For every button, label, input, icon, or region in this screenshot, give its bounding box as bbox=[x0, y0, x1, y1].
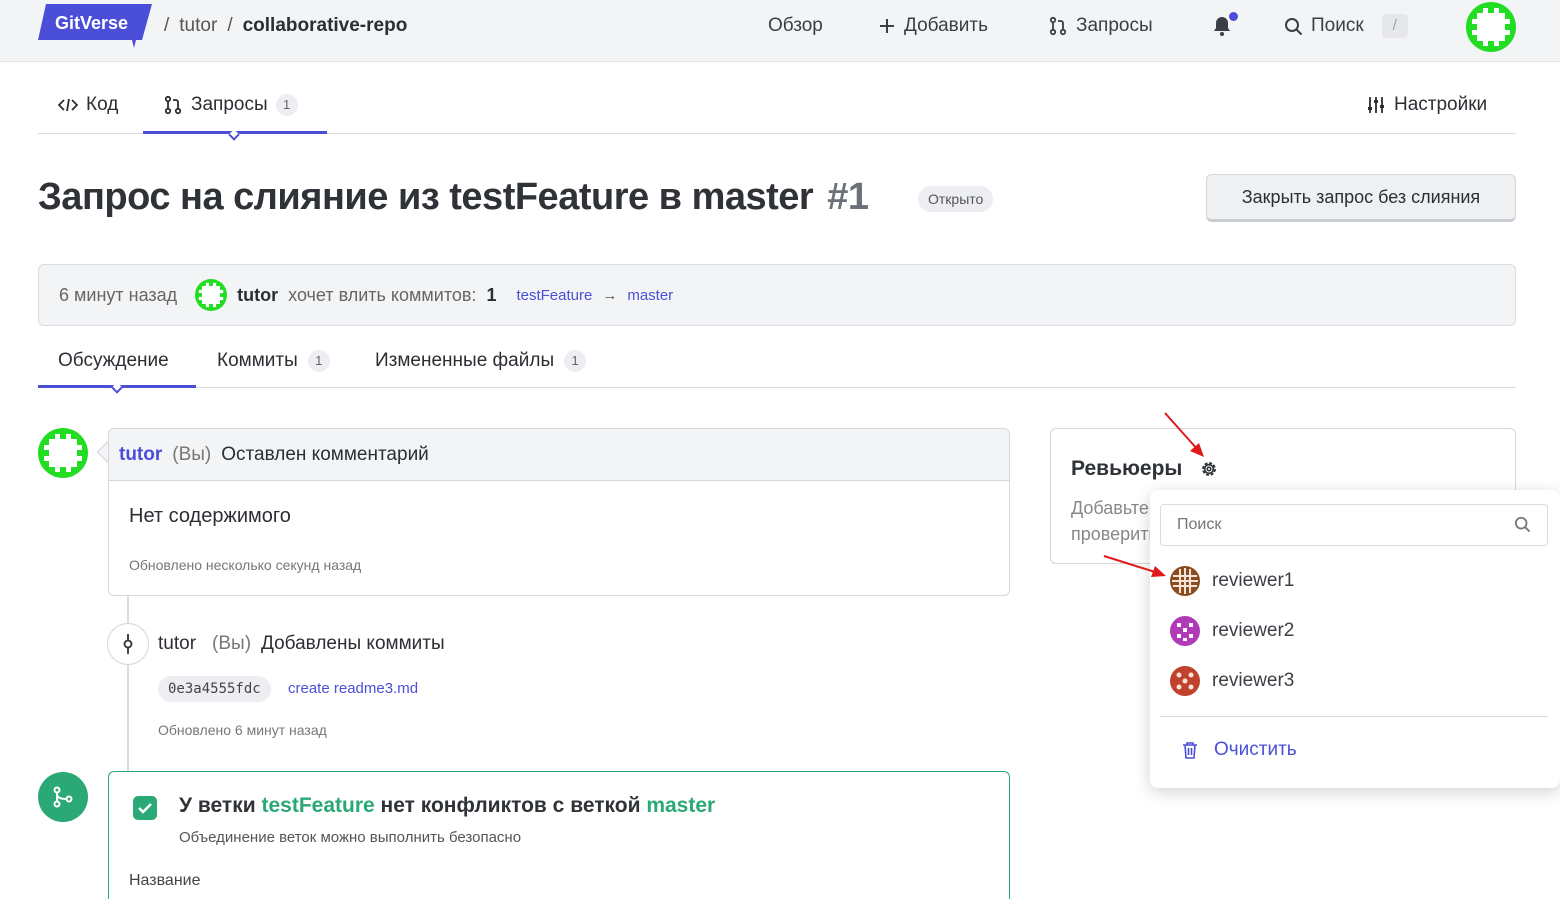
comment-action: Оставлен комментарий bbox=[221, 443, 429, 465]
page-title: Запрос на слияние из testFeature в maste… bbox=[38, 176, 869, 218]
settings-sliders-icon bbox=[1368, 97, 1384, 113]
commits-count-badge: 1 bbox=[307, 350, 330, 372]
source-branch-link[interactable]: testFeature bbox=[516, 287, 592, 304]
git-merge-icon bbox=[53, 786, 73, 808]
search-button[interactable]: Поиск / bbox=[1284, 14, 1408, 38]
reviewer-avatar bbox=[1170, 616, 1200, 646]
reviewer-avatar bbox=[1170, 666, 1200, 696]
reviewer-search-input[interactable] bbox=[1160, 504, 1548, 546]
comment-updated: Обновлено несколько секунд назад bbox=[129, 557, 362, 573]
status-badge: Открыто bbox=[918, 186, 994, 212]
pr-action-text: хочет влить коммитов: bbox=[288, 284, 477, 305]
pr-number: #1 bbox=[827, 176, 869, 218]
comment-body: Нет содержимого bbox=[129, 505, 291, 527]
pr-tabs: Обсуждение Коммиты 1 Измененные файлы 1 bbox=[38, 340, 1516, 394]
clear-reviewers-button[interactable]: Очистить bbox=[1182, 739, 1297, 761]
tab-discussion[interactable]: Обсуждение bbox=[58, 350, 169, 372]
pr-time: 6 минут назад bbox=[59, 284, 178, 305]
breadcrumb-owner[interactable]: tutor bbox=[179, 15, 217, 37]
reviewer-option[interactable]: reviewer3 bbox=[1170, 665, 1294, 697]
gitverse-logo[interactable]: GitVerse bbox=[38, 4, 152, 48]
tab-requests[interactable]: Запросы 1 bbox=[163, 94, 298, 116]
pr-commit-count: 1 bbox=[486, 284, 497, 305]
pull-request-icon bbox=[1049, 16, 1067, 36]
search-icon bbox=[1285, 17, 1303, 35]
reviewer-avatar bbox=[1170, 566, 1200, 596]
close-without-merge-button[interactable]: Закрыть запрос без слияния bbox=[1206, 174, 1516, 222]
merge-icon-circle bbox=[38, 772, 88, 822]
breadcrumb-repo[interactable]: collaborative-repo bbox=[243, 15, 408, 37]
breadcrumb: / tutor / collaborative-repo bbox=[164, 14, 407, 38]
reviewer-option[interactable]: reviewer2 bbox=[1170, 615, 1294, 647]
breadcrumb-separator: / bbox=[164, 15, 170, 36]
comment-you-label: (Вы) bbox=[172, 443, 212, 465]
tab-commits[interactable]: Коммиты 1 bbox=[217, 350, 330, 372]
comment-author[interactable]: tutor bbox=[119, 444, 162, 466]
plus-icon bbox=[880, 19, 894, 33]
search-shortcut: / bbox=[1381, 14, 1408, 38]
git-commit-icon bbox=[123, 634, 133, 654]
commits-event: tutor (Вы) Добавлены коммиты bbox=[158, 633, 445, 655]
merge-target-branch: master bbox=[646, 794, 716, 817]
reviewers-dropdown: reviewer1 reviewer2 reviewer3 Очистить bbox=[1150, 490, 1560, 788]
dropdown-divider bbox=[1160, 716, 1548, 717]
user-avatar[interactable] bbox=[1466, 2, 1516, 52]
tab-changed-files[interactable]: Измененные файлы 1 bbox=[375, 350, 587, 372]
trash-icon bbox=[1183, 742, 1197, 759]
nav-add[interactable]: Добавить bbox=[878, 14, 988, 38]
merge-source-branch: testFeature bbox=[261, 794, 375, 817]
commits-action: Добавлены коммиты bbox=[261, 633, 445, 654]
tab-code[interactable]: Код bbox=[58, 94, 118, 116]
commit-event-icon bbox=[107, 623, 149, 665]
pr-author[interactable]: tutor bbox=[237, 285, 278, 306]
gear-icon[interactable] bbox=[1199, 459, 1219, 479]
author-avatar[interactable] bbox=[195, 279, 228, 311]
search-icon bbox=[1514, 516, 1531, 533]
merge-status-card: У ветки testFeature нет конфликтов с вет… bbox=[108, 771, 1010, 899]
repo-tabs: Код Запросы 1 Настройки bbox=[38, 82, 1516, 141]
merge-status-title: У ветки testFeature нет конфликтов с вет… bbox=[179, 794, 716, 817]
tab-settings[interactable]: Настройки bbox=[1366, 94, 1487, 116]
comment-card: tutor (Вы) Оставлен комментарий Нет соде… bbox=[108, 428, 1010, 596]
commit-sha[interactable]: 0e3a4555fdc bbox=[158, 676, 271, 702]
branch-arrow: → bbox=[602, 286, 618, 304]
comment-author-avatar[interactable] bbox=[38, 428, 88, 478]
commit-message-link[interactable]: create readme3.md bbox=[288, 680, 418, 697]
comment-header: tutor (Вы) Оставлен комментарий bbox=[109, 429, 1009, 481]
reviewers-title: Ревьюеры bbox=[1071, 457, 1183, 480]
pull-request-icon bbox=[164, 95, 182, 115]
pr-info-bar: 6 минут назад tutor хочет влить коммитов… bbox=[38, 264, 1516, 326]
nav-requests[interactable]: Запросы bbox=[1048, 14, 1153, 38]
commits-author[interactable]: tutor bbox=[158, 633, 196, 655]
logo-text: GitVerse bbox=[55, 13, 128, 33]
breadcrumb-separator: / bbox=[227, 15, 233, 36]
requests-count-badge: 1 bbox=[275, 94, 298, 116]
notification-dot bbox=[1229, 12, 1238, 21]
files-count-badge: 1 bbox=[564, 350, 587, 372]
merge-status-subtitle: Объединение веток можно выполнить безопа… bbox=[179, 829, 522, 846]
commits-you-label: (Вы) bbox=[212, 633, 252, 654]
reviewer-option[interactable]: reviewer1 bbox=[1170, 565, 1294, 597]
top-bar: GitVerse / tutor / collaborative-repo Об… bbox=[0, 0, 1560, 62]
code-icon bbox=[58, 98, 78, 112]
commits-updated: Обновлено 6 минут назад bbox=[158, 722, 327, 738]
nav-overview[interactable]: Обзор bbox=[768, 14, 823, 38]
target-branch-link[interactable]: master bbox=[627, 287, 673, 304]
merge-name-label: Название bbox=[129, 872, 201, 889]
checkmark-icon bbox=[133, 796, 157, 820]
reviewers-description: Добавьте проверить bbox=[1071, 498, 1158, 544]
